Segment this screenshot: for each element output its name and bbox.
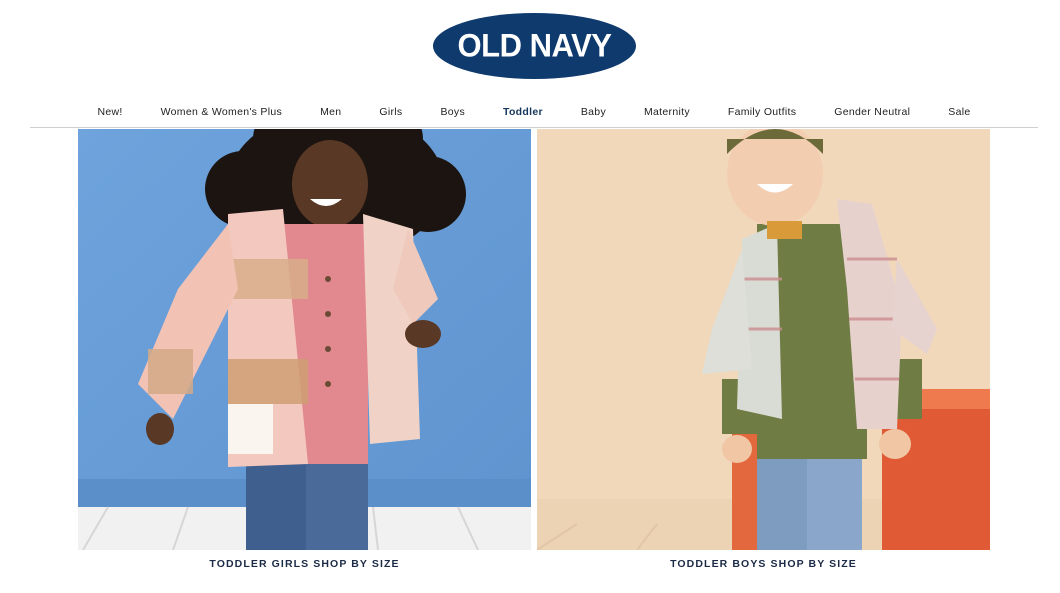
logo-oval: OLD NAVY <box>433 13 636 79</box>
nav-item-men[interactable]: Men <box>301 106 360 118</box>
toddler-girls-tile[interactable] <box>78 129 531 550</box>
nav-item-maternity[interactable]: Maternity <box>625 106 709 118</box>
main-navigation: New! Women & Women's Plus Men Girls Boys… <box>30 96 1038 128</box>
nav-item-women[interactable]: Women & Women's Plus <box>142 106 301 118</box>
nav-item-family-outfits[interactable]: Family Outfits <box>709 106 815 118</box>
nav-item-boys[interactable]: Boys <box>421 106 484 118</box>
nav-item-toddler[interactable]: Toddler <box>484 106 562 118</box>
toddler-girls-shop-by-size-link[interactable]: TODDLER GIRLS SHOP BY SIZE <box>78 558 531 570</box>
toddler-boys-shop-by-size-link[interactable]: TODDLER BOYS SHOP BY SIZE <box>537 558 990 570</box>
toddler-boys-tile[interactable] <box>537 129 990 550</box>
toddler-girl-photo <box>78 129 531 550</box>
old-navy-logo[interactable]: OLD NAVY <box>433 13 636 79</box>
nav-item-girls[interactable]: Girls <box>360 106 421 118</box>
nav-item-sale[interactable]: Sale <box>929 106 989 118</box>
nav-item-gender-neutral[interactable]: Gender Neutral <box>815 106 929 118</box>
toddler-boy-photo <box>537 129 990 550</box>
nav-item-baby[interactable]: Baby <box>562 106 625 118</box>
logo-text: OLD NAVY <box>457 27 612 64</box>
nav-item-new[interactable]: New! <box>79 106 142 118</box>
